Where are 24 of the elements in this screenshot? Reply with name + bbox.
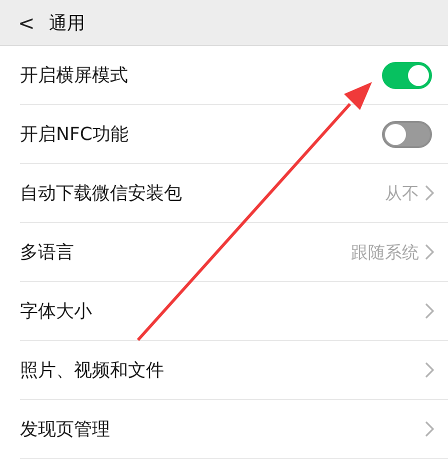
- toggle-switch[interactable]: [382, 62, 432, 88]
- chevron-icon: [425, 362, 434, 378]
- setting-value: 跟随系统: [351, 242, 419, 264]
- page-title: 通用: [48, 12, 85, 34]
- setting-row[interactable]: 发现页管理: [20, 400, 448, 459]
- setting-row[interactable]: 多语言 跟随系统: [20, 223, 448, 282]
- toggle-switch[interactable]: [382, 120, 432, 148]
- setting-row[interactable]: 开启NFC功能: [20, 105, 448, 164]
- setting-row[interactable]: 自动下载微信安装包 从不: [20, 164, 448, 223]
- setting-label: 发现页管理: [20, 418, 111, 441]
- chevron-icon: [425, 244, 434, 260]
- setting-label: 字体大小: [20, 300, 93, 323]
- back-button[interactable]: <: [14, 10, 39, 34]
- setting-value: 从不: [385, 182, 419, 204]
- setting-label: 多语言: [20, 241, 75, 264]
- setting-label: 照片、视频和文件: [20, 359, 165, 382]
- setting-label: 自动下载微信安装包: [20, 182, 183, 205]
- chevron-icon: [425, 421, 434, 437]
- chevron-icon: [425, 185, 434, 201]
- setting-label: 开启横屏模式: [20, 64, 129, 87]
- setting-label: 开启NFC功能: [20, 123, 130, 146]
- setting-row[interactable]: 字体大小: [20, 282, 448, 341]
- setting-row[interactable]: 照片、视频和文件: [20, 341, 448, 400]
- chevron-icon: [425, 303, 434, 319]
